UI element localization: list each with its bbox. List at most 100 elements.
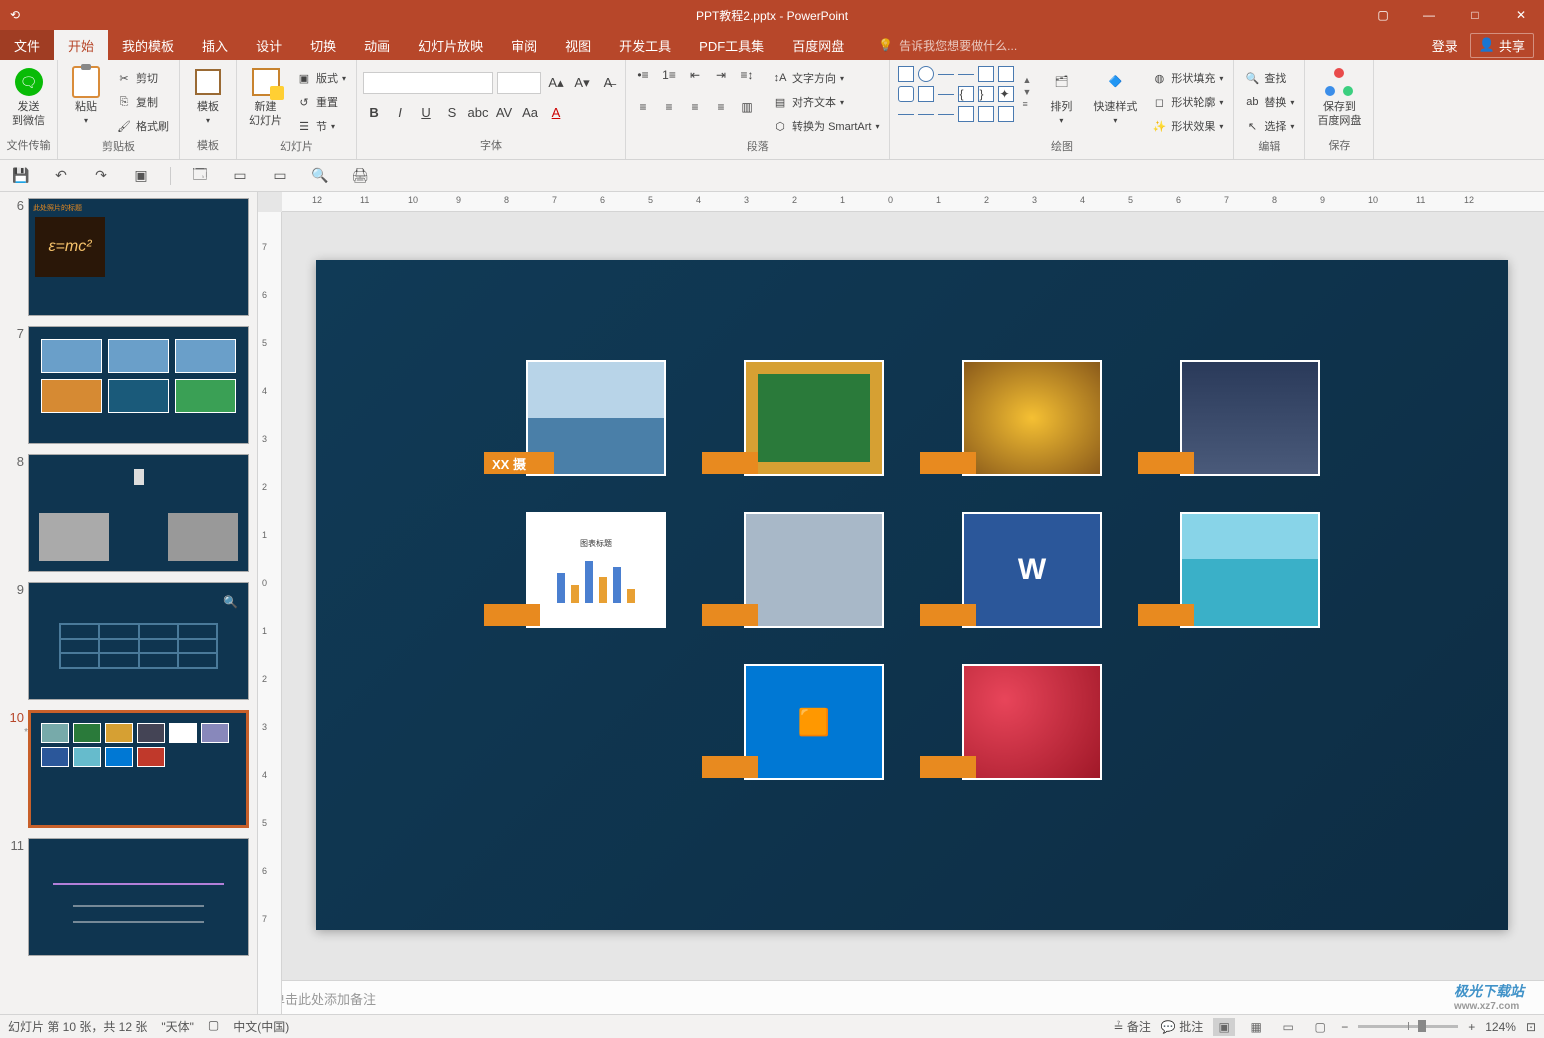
slideshow-view-button[interactable]: ▢ (1309, 1018, 1331, 1036)
thumbnail-slide-6[interactable]: 6 此处照片的标题 ε=mc² (8, 198, 249, 316)
maximize-button[interactable]: □ (1452, 0, 1498, 30)
tab-baidu-netdisk[interactable]: 百度网盘 (778, 30, 858, 60)
horizontal-ruler[interactable]: 1211109876543210123456789101112 (282, 192, 1544, 212)
tab-developer[interactable]: 开发工具 (605, 30, 685, 60)
shape-curve-icon[interactable] (898, 114, 914, 115)
tab-slideshow[interactable]: 幻灯片放映 (404, 30, 497, 60)
save-button[interactable]: 💾 (10, 165, 32, 187)
gallery-down-icon[interactable]: ▼ (1022, 87, 1031, 97)
zoom-out-button[interactable]: − (1341, 1020, 1348, 1034)
shape-arrow-icon[interactable] (958, 74, 974, 75)
normal-view-button[interactable]: ▣ (1213, 1018, 1235, 1036)
shape-rounded-icon[interactable] (898, 86, 914, 102)
tab-animations[interactable]: 动画 (350, 30, 404, 60)
shape-connector-icon[interactable] (938, 94, 954, 95)
select-button[interactable]: ↖选择▾ (1240, 116, 1298, 136)
gallery-more-icon[interactable]: ≡ (1022, 99, 1031, 109)
zoom-in-button[interactable]: + (1468, 1020, 1475, 1034)
shape-scribble-icon[interactable] (938, 114, 954, 115)
start-from-beginning-button[interactable]: ▣ (130, 165, 152, 187)
redo-button[interactable]: ↷ (90, 165, 112, 187)
slide-caption-6[interactable] (702, 604, 758, 626)
font-size-select[interactable] (497, 72, 541, 94)
slide-image-8[interactable] (1180, 512, 1320, 628)
slide-image-4[interactable] (1180, 360, 1320, 476)
tab-view[interactable]: 视图 (551, 30, 605, 60)
slide-caption-1[interactable]: XX 摄 (484, 452, 554, 474)
ribbon-display-options[interactable]: ▢ (1360, 0, 1406, 30)
font-color-button[interactable]: A (545, 102, 567, 124)
paste-button[interactable]: 粘贴 ▾ (64, 64, 108, 130)
align-right-button[interactable]: ≡ (684, 96, 706, 118)
slide-position[interactable]: 幻灯片 第 10 张，共 12 张 (8, 1018, 147, 1035)
gallery-up-icon[interactable]: ▲ (1022, 75, 1031, 85)
tab-design[interactable]: 设计 (242, 30, 296, 60)
shape-rectangle-icon[interactable] (898, 66, 914, 82)
minimize-button[interactable]: — (1406, 0, 1452, 30)
tab-pdf-tools[interactable]: PDF工具集 (685, 30, 778, 60)
columns-button[interactable]: ▥ (736, 96, 758, 118)
reset-button[interactable]: ↺重置 (292, 92, 350, 112)
shape-star-icon[interactable]: ✦ (998, 86, 1014, 102)
align-left-button[interactable]: ≡ (632, 96, 654, 118)
justify-button[interactable]: ≡ (710, 96, 732, 118)
shape-rect3-icon[interactable] (998, 66, 1014, 82)
close-button[interactable]: ✕ (1498, 0, 1544, 30)
shape-callout-icon[interactable] (958, 106, 974, 122)
shape-freeform-icon[interactable] (918, 114, 934, 115)
slide-image-10[interactable] (962, 664, 1102, 780)
slide-caption-8[interactable] (1138, 604, 1194, 626)
shapes-gallery[interactable]: { } ✦ (896, 64, 1018, 126)
thumbnail-slide-10[interactable]: 10 * (8, 710, 249, 828)
autosave-icon[interactable]: ⟲ (0, 0, 30, 30)
decrease-font-button[interactable]: A▾ (571, 72, 593, 94)
slide-caption-2[interactable] (702, 452, 758, 474)
align-center-button[interactable]: ≡ (658, 96, 680, 118)
slide-image-2[interactable] (744, 360, 884, 476)
notes-pane[interactable]: 单击此处添加备注 (258, 980, 1544, 1014)
underline-button[interactable]: U (415, 102, 437, 124)
slide-caption-9[interactable] (702, 756, 758, 778)
thumbnail-slide-9[interactable]: 9 🔍 (8, 582, 249, 700)
shape-outline-button[interactable]: ◻形状轮廓▾ (1147, 92, 1227, 112)
shape-brace2-icon[interactable]: } (978, 86, 994, 102)
slide-sorter-view-button[interactable]: ▦ (1245, 1018, 1267, 1036)
line-spacing-button[interactable]: ≡↕ (736, 64, 758, 86)
clear-formatting-button[interactable]: A̶ (597, 72, 619, 94)
qat-tool1-button[interactable]: 🗔 (189, 165, 211, 187)
numbering-button[interactable]: 1≡ (658, 64, 680, 86)
find-button[interactable]: 🔍查找 (1240, 68, 1298, 88)
new-slide-button[interactable]: 新建 幻灯片 (243, 64, 288, 130)
slide-canvas[interactable]: XX 摄 图表标题 W 🟧 (316, 260, 1508, 930)
bold-button[interactable]: B (363, 102, 385, 124)
text-direction-button[interactable]: ↕A文字方向▾ (768, 68, 883, 88)
italic-button[interactable]: I (389, 102, 411, 124)
shape-fill-button[interactable]: ◍形状填充▾ (1147, 68, 1227, 88)
shape-oval-icon[interactable] (918, 66, 934, 82)
tab-my-templates[interactable]: 我的模板 (108, 30, 188, 60)
qat-tool4-button[interactable]: 🔍 (309, 165, 331, 187)
tab-file[interactable]: 文件 (0, 30, 54, 60)
share-button[interactable]: 👤 共享 (1470, 33, 1534, 58)
zoom-slider[interactable] (1358, 1025, 1458, 1028)
text-shadow-button[interactable]: abc (467, 102, 489, 124)
replace-button[interactable]: ab替换▾ (1240, 92, 1298, 112)
character-spacing-button[interactable]: AV (493, 102, 515, 124)
change-case-button[interactable]: Aa (519, 102, 541, 124)
slide-caption-10[interactable] (920, 756, 976, 778)
font-family-select[interactable] (363, 72, 493, 94)
cut-button[interactable]: ✂剪切 (112, 68, 173, 88)
tell-me-search[interactable]: 💡 告诉我您想要做什么... (878, 30, 1017, 60)
login-button[interactable]: 登录 (1432, 36, 1458, 55)
slide-image-3[interactable] (962, 360, 1102, 476)
qat-tool3-button[interactable]: ▭ (269, 165, 291, 187)
slide-caption-3[interactable] (920, 452, 976, 474)
bullets-button[interactable]: •≡ (632, 64, 654, 86)
language-status[interactable]: 中文(中国) (233, 1018, 289, 1035)
zoom-level[interactable]: 124% (1485, 1020, 1516, 1034)
quick-styles-button[interactable]: 🔷 快速样式▾ (1087, 64, 1143, 130)
slide-image-7[interactable]: W (962, 512, 1102, 628)
shape-brace-icon[interactable]: { (958, 86, 974, 102)
fit-to-window-button[interactable]: ⊡ (1526, 1020, 1536, 1034)
shape-effects-button[interactable]: ✨形状效果▾ (1147, 116, 1227, 136)
